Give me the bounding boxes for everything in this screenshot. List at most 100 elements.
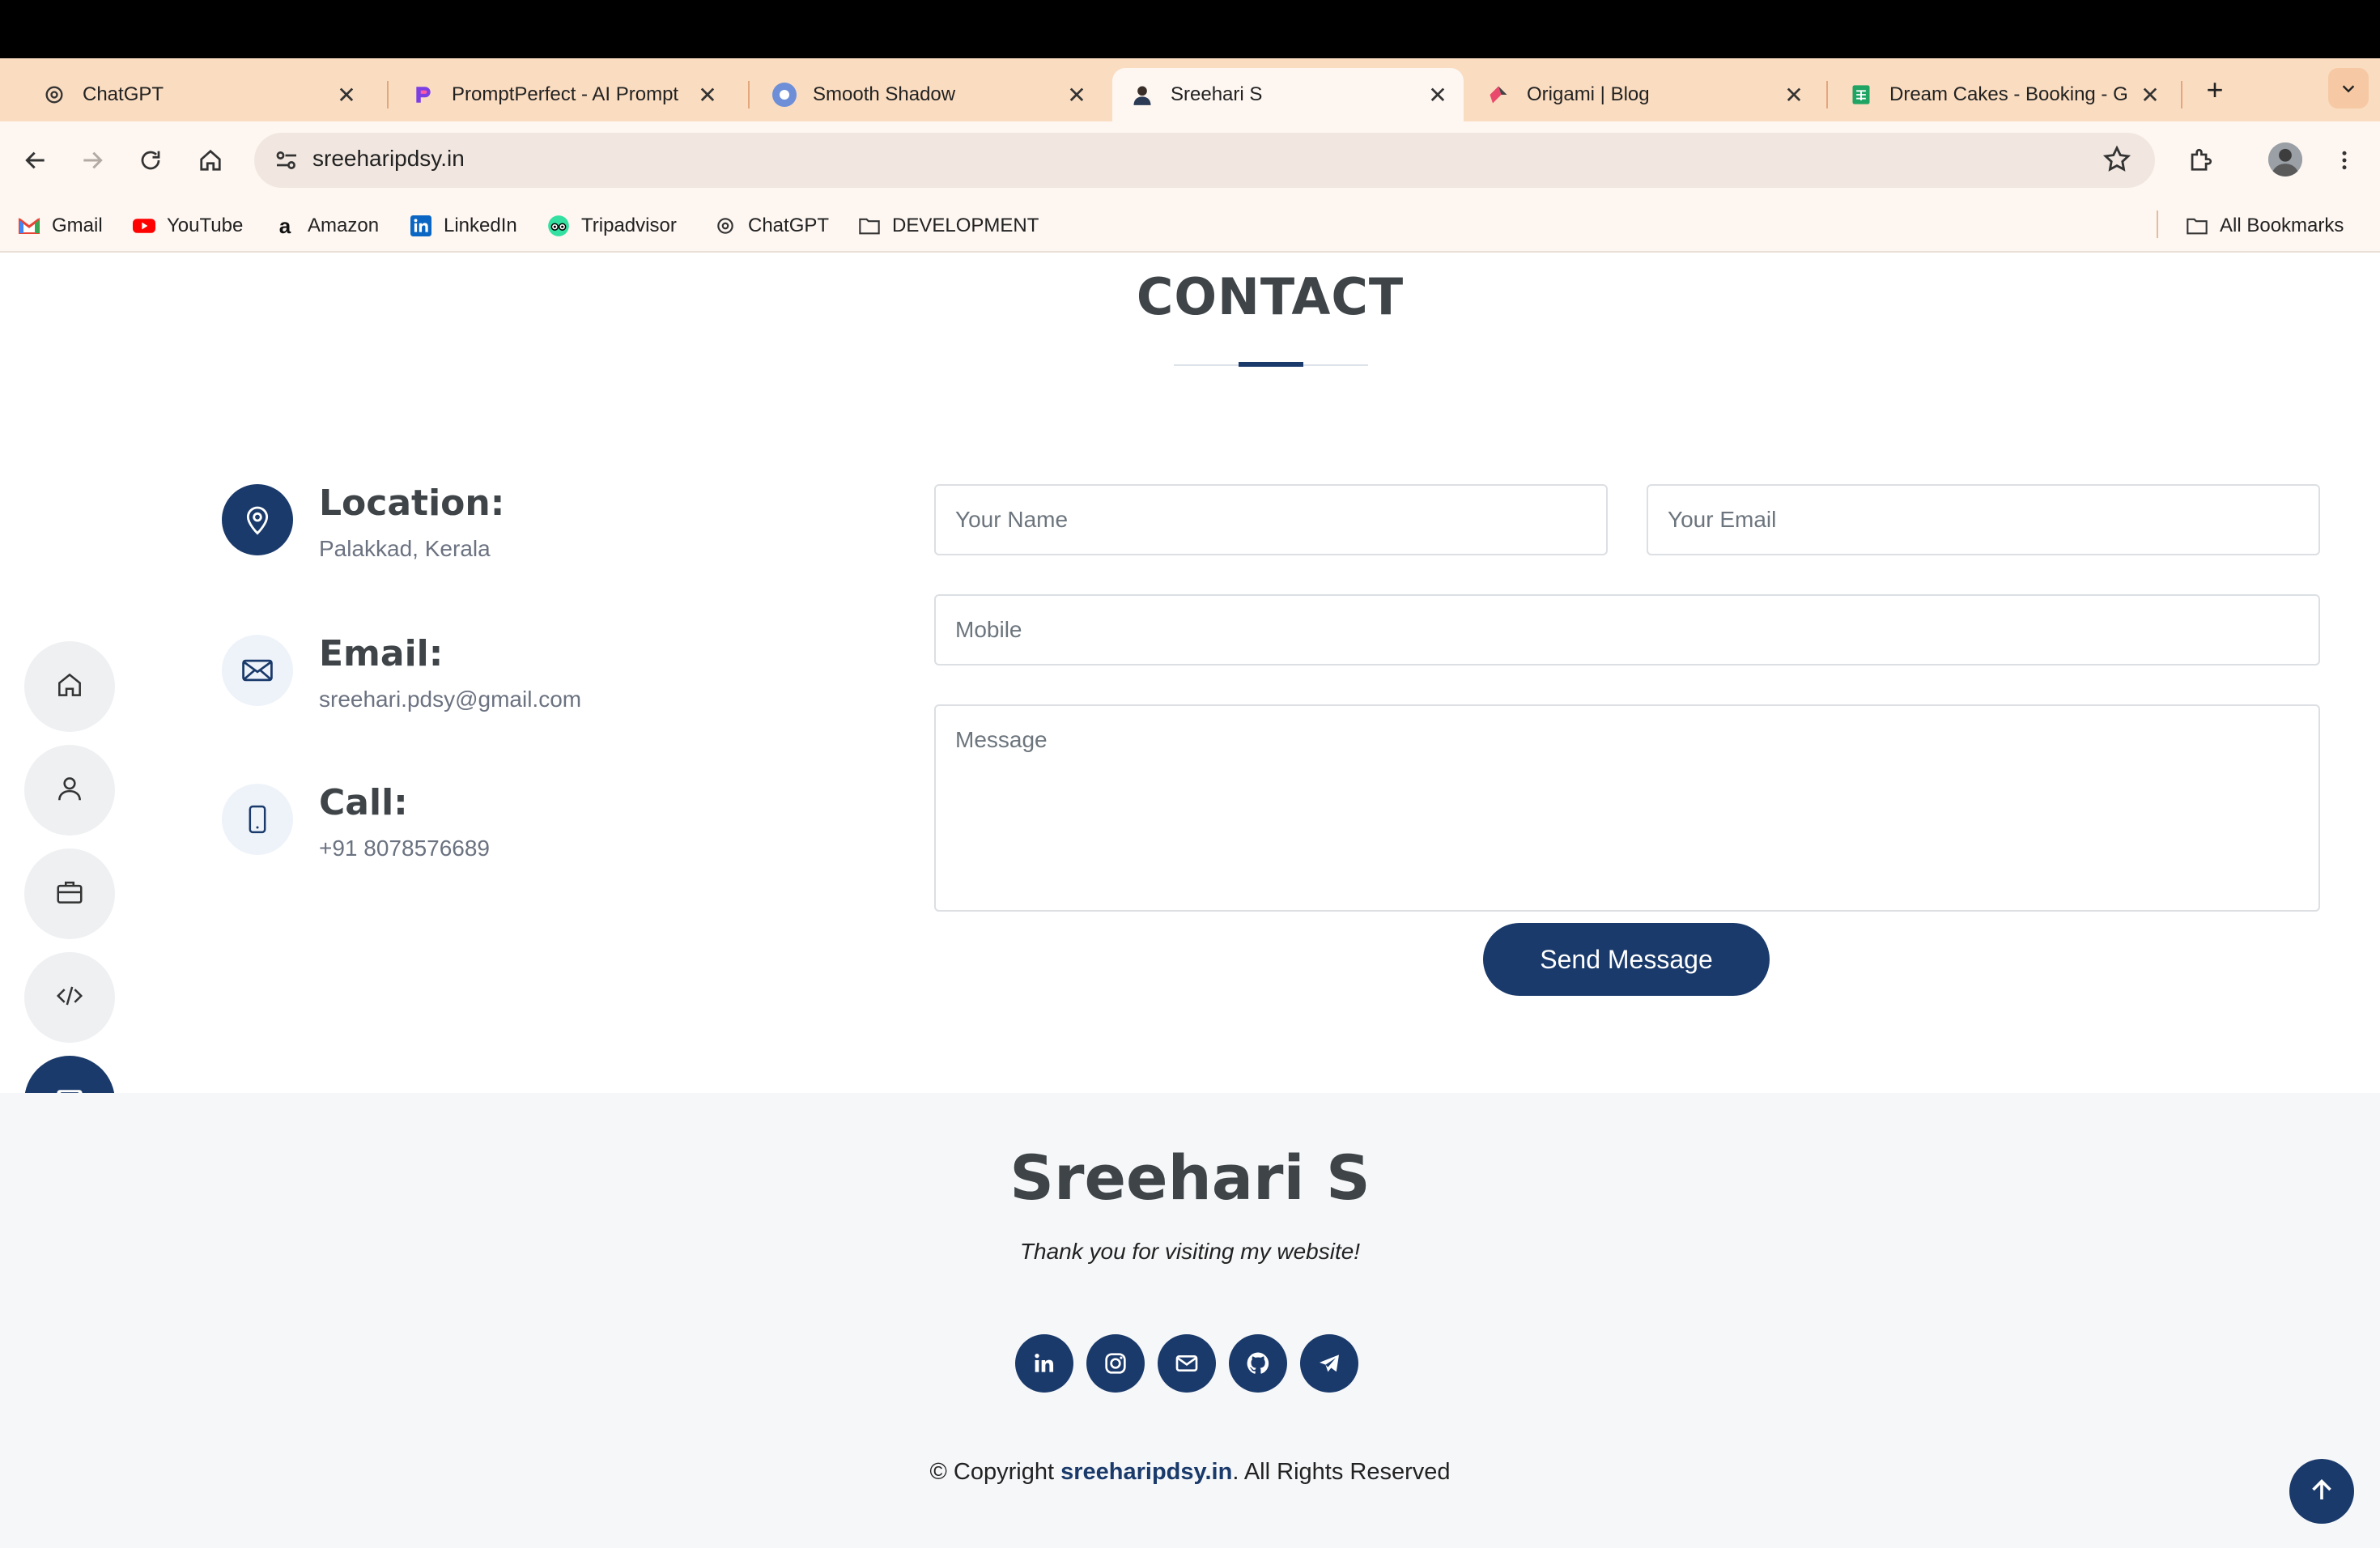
email-input[interactable]: Your Email bbox=[1647, 484, 2320, 555]
copyright: © Copyright sreeharipdsy.in. All Rights … bbox=[0, 1459, 2380, 1486]
nav-home-button[interactable] bbox=[24, 641, 115, 732]
call-title: Call: bbox=[319, 782, 408, 823]
bookmark-label: Tripadvisor bbox=[581, 215, 677, 236]
close-icon[interactable]: ✕ bbox=[1065, 82, 1088, 108]
close-icon[interactable]: ✕ bbox=[335, 82, 358, 108]
smooth-shadow-icon bbox=[772, 83, 797, 107]
folder-icon bbox=[858, 215, 881, 237]
forward-icon[interactable] bbox=[71, 139, 113, 181]
bookmarks-bar: Gmail YouTube a Amazon LinkedIn Tripadvi… bbox=[0, 199, 2380, 253]
extensions-icon[interactable] bbox=[2179, 139, 2221, 181]
tripadvisor-icon bbox=[547, 215, 570, 237]
amazon-icon: a bbox=[278, 213, 291, 238]
email-title: Email: bbox=[319, 633, 444, 674]
os-menu-bar bbox=[0, 0, 2380, 58]
tab-search-chevron-icon[interactable] bbox=[2328, 68, 2369, 108]
origami-icon bbox=[1486, 83, 1511, 107]
tab-promptperfect[interactable]: PromptPerfect - AI Prompt ✕ bbox=[393, 68, 733, 121]
location-pin-icon bbox=[222, 484, 293, 555]
close-icon[interactable]: ✕ bbox=[1783, 82, 1805, 108]
bookmark-development[interactable]: DEVELOPMENT bbox=[858, 211, 1039, 241]
tab-separator bbox=[1826, 81, 1828, 108]
back-to-top-button[interactable] bbox=[2289, 1459, 2354, 1524]
address-bar[interactable]: sreeharipdsy.in bbox=[254, 133, 2155, 188]
nav-about-button[interactable] bbox=[24, 745, 115, 836]
chatgpt-icon bbox=[42, 83, 66, 107]
tab-title: Origami | Blog bbox=[1527, 83, 1650, 105]
site-settings-icon[interactable] bbox=[272, 146, 301, 175]
sheets-icon bbox=[1849, 83, 1873, 107]
name-input[interactable]: Your Name bbox=[934, 484, 1608, 555]
back-icon[interactable] bbox=[15, 139, 57, 181]
bookmarks-divider bbox=[2157, 211, 2158, 238]
all-bookmarks[interactable]: All Bookmarks bbox=[2186, 211, 2344, 241]
kebab-menu-icon[interactable] bbox=[2323, 139, 2365, 181]
new-tab-button[interactable]: + bbox=[2199, 71, 2231, 108]
tab-separator bbox=[387, 81, 389, 108]
close-icon[interactable]: ✕ bbox=[2139, 82, 2161, 108]
nav-resume-button[interactable] bbox=[24, 848, 115, 939]
bookmark-tripadvisor[interactable]: Tripadvisor bbox=[547, 211, 677, 241]
send-message-button[interactable]: Send Message bbox=[1483, 923, 1770, 996]
tab-separator bbox=[748, 81, 750, 108]
call-value[interactable]: +91 8078576689 bbox=[319, 836, 490, 861]
tab-chatgpt[interactable]: ChatGPT ✕ bbox=[24, 68, 372, 121]
tab-strip: ChatGPT ✕ PromptPerfect - AI Prompt ✕ Sm… bbox=[0, 58, 2380, 121]
bookmark-label: Gmail bbox=[52, 215, 103, 236]
mobile-input[interactable]: Mobile bbox=[934, 594, 2320, 666]
tab-title: Smooth Shadow bbox=[813, 83, 956, 105]
footer-name: Sreehari S bbox=[1009, 1142, 1371, 1214]
arrow-up-icon bbox=[2307, 1475, 2336, 1508]
user-icon bbox=[54, 773, 85, 808]
copyright-prefix: © Copyright bbox=[929, 1459, 1061, 1485]
tab-smooth-shadow[interactable]: Smooth Shadow ✕ bbox=[754, 68, 1103, 121]
youtube-icon bbox=[133, 215, 155, 237]
all-bookmarks-label: All Bookmarks bbox=[2220, 215, 2344, 236]
linkedin-icon[interactable] bbox=[1015, 1334, 1073, 1393]
folder-icon bbox=[2186, 215, 2208, 237]
tab-origami[interactable]: Origami | Blog ✕ bbox=[1468, 68, 1820, 121]
bookmark-label: YouTube bbox=[167, 215, 244, 236]
url-text[interactable]: sreeharipdsy.in bbox=[312, 146, 465, 172]
footer: Sreehari S Thank you for visiting my web… bbox=[0, 1093, 2380, 1548]
briefcase-icon bbox=[54, 877, 85, 912]
tab-sreehari[interactable]: Sreehari S ✕ bbox=[1112, 68, 1464, 121]
bookmark-linkedin[interactable]: LinkedIn bbox=[410, 211, 517, 241]
close-icon[interactable]: ✕ bbox=[696, 82, 719, 108]
profile-avatar[interactable] bbox=[2268, 142, 2302, 176]
tab-separator bbox=[2181, 81, 2182, 108]
bookmark-label: LinkedIn bbox=[444, 215, 517, 236]
bookmark-star-icon[interactable] bbox=[2102, 144, 2134, 176]
social-links bbox=[1015, 1334, 1365, 1393]
instagram-icon[interactable] bbox=[1086, 1334, 1145, 1393]
browser-toolbar: sreeharipdsy.in bbox=[0, 121, 2380, 199]
telegram-icon[interactable] bbox=[1300, 1334, 1358, 1393]
linkedin-icon bbox=[410, 215, 432, 237]
email-icon[interactable] bbox=[1158, 1334, 1216, 1393]
gmail-icon bbox=[18, 215, 40, 237]
bookmark-label: DEVELOPMENT bbox=[892, 215, 1039, 236]
reload-icon[interactable] bbox=[130, 139, 172, 181]
nav-projects-button[interactable] bbox=[24, 952, 115, 1043]
github-icon[interactable] bbox=[1229, 1334, 1287, 1393]
promptperfect-icon bbox=[411, 83, 436, 107]
bookmark-label: ChatGPT bbox=[748, 215, 830, 236]
home-button-icon[interactable] bbox=[189, 139, 232, 181]
email-value[interactable]: sreehari.pdsy@gmail.com bbox=[319, 687, 581, 712]
bookmark-amazon[interactable]: a Amazon bbox=[274, 211, 379, 241]
bookmark-chatgpt[interactable]: ChatGPT bbox=[714, 211, 829, 241]
section-title: CONTACT bbox=[1136, 267, 1405, 326]
copyright-suffix: . All Rights Reserved bbox=[1232, 1459, 1451, 1485]
tab-dream-cakes[interactable]: Dream Cakes - Booking - G ✕ bbox=[1831, 68, 2176, 121]
message-textarea[interactable]: Message bbox=[934, 704, 2320, 912]
location-value: Palakkad, Kerala bbox=[319, 536, 491, 561]
tab-title: ChatGPT bbox=[83, 83, 164, 105]
phone-icon bbox=[222, 784, 293, 855]
copyright-site-link[interactable]: sreeharipdsy.in bbox=[1060, 1459, 1232, 1485]
location-title: Location: bbox=[319, 483, 505, 524]
bookmark-label: Amazon bbox=[308, 215, 380, 236]
bookmark-youtube[interactable]: YouTube bbox=[133, 211, 243, 241]
bookmark-gmail[interactable]: Gmail bbox=[18, 211, 103, 241]
close-icon[interactable]: ✕ bbox=[1426, 82, 1449, 108]
tab-title: Sreehari S bbox=[1171, 83, 1263, 105]
